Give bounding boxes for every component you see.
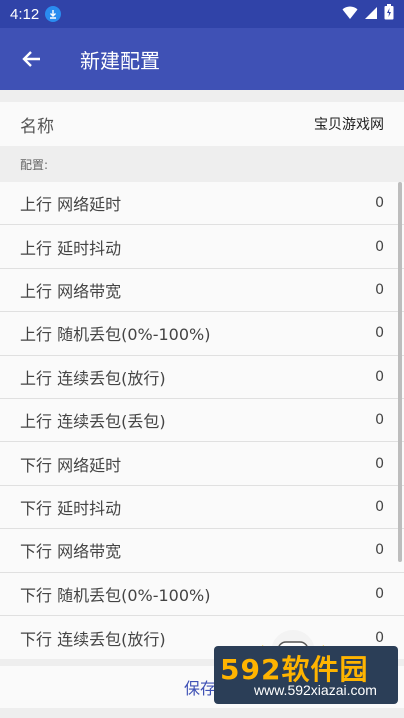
row-label: 上行 延时抖动	[20, 238, 122, 258]
row-value: 0	[375, 455, 384, 472]
config-row-down-random-loss[interactable]: 下行 随机丢包(0%-100%) 0	[0, 573, 404, 616]
download-icon	[45, 6, 62, 22]
row-value: 0	[375, 629, 384, 646]
row-value: 0	[375, 542, 384, 559]
row-label: 上行 连续丢包(丢包)	[20, 412, 166, 432]
watermark-url: www.592xiazai.com	[254, 682, 377, 698]
config-row-down-latency[interactable]: 下行 网络延时 0	[0, 442, 404, 486]
page-title: 新建配置	[80, 48, 160, 73]
row-label: 下行 网络延时	[20, 455, 122, 475]
row-label: 上行 连续丢包(放行)	[20, 368, 166, 388]
config-row-down-bandwidth[interactable]: 下行 网络带宽 0	[0, 529, 404, 573]
row-value: 0	[375, 412, 384, 429]
row-label: 下行 随机丢包(0%-100%)	[20, 585, 211, 605]
status-time: 4:12	[10, 5, 40, 23]
row-value: 0	[375, 498, 384, 515]
battery-icon	[384, 4, 394, 24]
signal-icon	[364, 5, 378, 24]
name-row[interactable]: 名称 宝贝游戏网	[0, 102, 404, 146]
status-bar: 4:12	[0, 0, 404, 28]
row-value: 0	[375, 368, 384, 385]
config-row-up-latency[interactable]: 上行 网络延时 0	[0, 182, 404, 226]
row-value: 0	[375, 325, 384, 342]
row-label: 下行 延时抖动	[20, 498, 122, 518]
config-row-up-burst-pass[interactable]: 上行 连续丢包(放行) 0	[0, 356, 404, 399]
config-row-up-bandwidth[interactable]: 上行 网络带宽 0	[0, 269, 404, 313]
list-scrollbar[interactable]	[398, 182, 402, 562]
wifi-icon	[342, 5, 358, 24]
row-value: 0	[375, 195, 384, 212]
row-label: 下行 网络带宽	[20, 542, 122, 562]
config-row-up-random-loss[interactable]: 上行 随机丢包(0%-100%) 0	[0, 312, 404, 356]
row-value: 0	[375, 238, 384, 255]
row-value: 0	[375, 281, 384, 298]
row-value: 0	[375, 585, 384, 602]
watermark: 592软件园 www.592xiazai.com	[214, 646, 398, 704]
app-bar: 新建配置	[0, 28, 404, 90]
config-section-label: 配置:	[20, 158, 49, 172]
config-row-up-jitter[interactable]: 上行 延时抖动 0	[0, 225, 404, 269]
row-label: 上行 随机丢包(0%-100%)	[20, 325, 211, 345]
row-label: 上行 网络延时	[20, 195, 122, 215]
config-list: 上行 网络延时 0 上行 延时抖动 0 上行 网络带宽 0 上行 随机丢包(0%…	[0, 182, 404, 660]
save-button[interactable]: 保存	[184, 675, 216, 699]
name-value: 宝贝游戏网	[314, 117, 384, 133]
row-label: 上行 网络带宽	[20, 281, 122, 301]
back-button[interactable]	[0, 28, 64, 90]
row-label: 下行 连续丢包(放行)	[20, 629, 166, 649]
back-arrow-icon	[22, 51, 40, 67]
name-label: 名称	[20, 116, 54, 137]
config-row-down-jitter[interactable]: 下行 延时抖动 0	[0, 486, 404, 530]
config-row-up-burst-drop[interactable]: 上行 连续丢包(丢包) 0	[0, 399, 404, 443]
